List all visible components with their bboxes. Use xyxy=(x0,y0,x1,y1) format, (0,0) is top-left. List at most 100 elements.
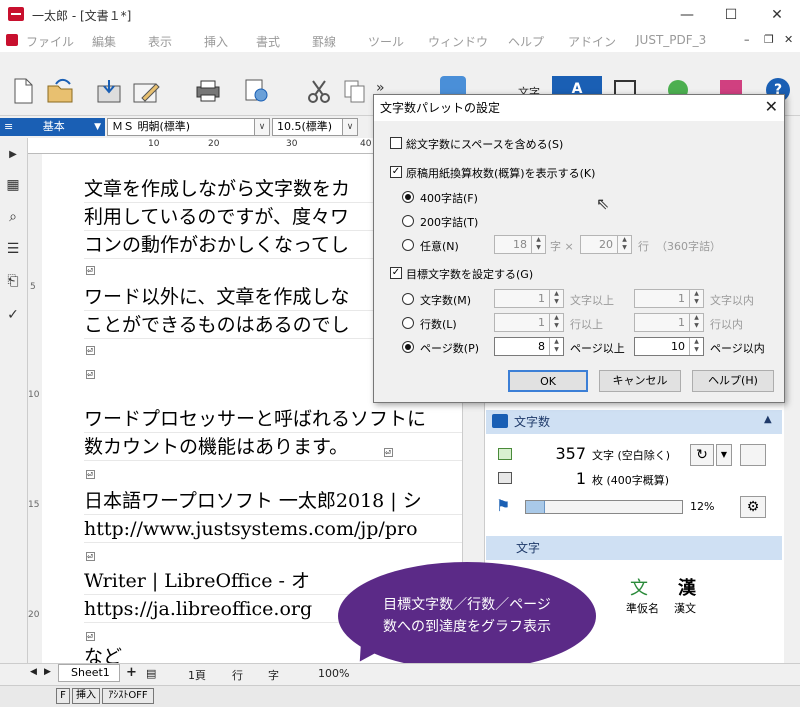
char-indicator: 字 xyxy=(268,669,279,682)
page-jump-icon[interactable]: ⎗ xyxy=(4,272,22,290)
radio-target-lines[interactable] xyxy=(402,317,414,329)
char-count-settings-dialog: 文字数パレットの設定 ✕ 総文字数にスペースを含める(S) ✓ 原稿用紙換算枚数… xyxy=(373,94,785,403)
font-size-select[interactable]: 10.5(標準) ∨ xyxy=(272,118,358,136)
spinner-arrows-icon[interactable]: ▲ ▼ xyxy=(689,338,703,355)
target-pages-label[interactable]: ページ数(P) xyxy=(420,340,479,356)
dialog-close-icon[interactable]: ✕ xyxy=(765,97,778,116)
char-unit-label: 字 × xyxy=(550,240,574,253)
paragraph-style-select[interactable]: ≡ 基本 ▼ xyxy=(0,118,105,136)
radio-400-label[interactable]: 400字詰(F) xyxy=(420,190,478,206)
radio-target-chars[interactable] xyxy=(402,293,414,305)
menu-window[interactable]: ウィンドウ xyxy=(428,33,488,50)
spinner-arrows-icon[interactable]: ▲ ▼ xyxy=(549,338,563,355)
maximize-button[interactable]: ☐ xyxy=(716,4,746,26)
mdi-minimize-icon[interactable]: – xyxy=(744,33,750,46)
edit-document-icon[interactable] xyxy=(132,78,160,103)
palette-header[interactable]: 文字数 xyxy=(486,410,782,434)
f-key-indicator[interactable]: F xyxy=(56,688,70,704)
copy-icon[interactable] xyxy=(342,78,368,103)
sheet-prev-icon[interactable]: ◀ xyxy=(30,667,37,677)
collapse-up-icon[interactable]: ▲ xyxy=(764,414,772,425)
custom-chars-spinner[interactable]: 18 ▲ ▼ xyxy=(494,235,546,254)
lines-max-spinner[interactable]: 1 ▲ ▼ xyxy=(634,313,704,332)
minimize-button[interactable]: — xyxy=(672,4,702,26)
mdi-close-icon[interactable]: ✕ xyxy=(784,33,793,46)
pages-max-spinner[interactable]: 10 ▲ ▼ xyxy=(634,337,704,356)
menu-format[interactable]: 書式 xyxy=(256,33,280,50)
target-chars-label[interactable]: 文字数(M) xyxy=(420,292,471,308)
radio-custom[interactable] xyxy=(402,239,414,251)
spinner-arrows-icon[interactable]: ▲ ▼ xyxy=(617,236,631,253)
spinner-arrows-icon[interactable]: ▲ ▼ xyxy=(689,314,703,331)
insert-mode-indicator[interactable]: 挿入 xyxy=(72,688,100,704)
menu-ruled-lines[interactable]: 罫線 xyxy=(312,33,336,50)
doc-menu-icon[interactable] xyxy=(6,34,18,46)
menu-view[interactable]: 表示 xyxy=(148,33,172,50)
include-spaces-checkbox[interactable] xyxy=(390,137,402,149)
ok-button[interactable]: OK xyxy=(508,370,588,392)
palette-section-header[interactable]: 文字 xyxy=(486,536,782,560)
radio-target-pages[interactable] xyxy=(402,341,414,353)
chars-max-spinner[interactable]: 1 ▲ ▼ xyxy=(634,289,704,308)
style-menu-icon: ≡ xyxy=(4,120,14,133)
target-label[interactable]: 目標文字数を設定する(G) xyxy=(406,266,533,282)
save-upload-icon[interactable] xyxy=(96,78,122,103)
sheet-tab[interactable]: Sheet1 xyxy=(58,664,120,682)
manuscript-label[interactable]: 原稿用紙換算枚数(概算)を表示する(K) xyxy=(406,165,595,181)
spinner-arrows-icon[interactable]: ▲ ▼ xyxy=(531,236,545,253)
page-settings-icon[interactable] xyxy=(244,78,270,102)
paragraph-mark-icon: ⏎ xyxy=(86,552,95,561)
lines-min-spinner[interactable]: 1 ▲ ▼ xyxy=(494,313,564,332)
kanbun-icon[interactable]: 漢 xyxy=(678,574,696,600)
sheet-grid-icon[interactable]: ▤ xyxy=(146,667,156,680)
pages-min-spinner[interactable]: 8 ▲ ▼ xyxy=(494,337,564,356)
print-icon[interactable] xyxy=(194,78,220,102)
outline-list-icon[interactable]: ☰ xyxy=(4,240,22,258)
menu-just-pdf[interactable]: JUST_PDF_3 xyxy=(636,33,706,47)
menu-file[interactable]: ファイル xyxy=(26,33,74,50)
check-icon[interactable]: ✓ xyxy=(4,306,22,324)
radio-200[interactable] xyxy=(402,215,414,227)
search-icon[interactable]: ⌕ xyxy=(4,208,22,226)
zoom-level[interactable]: 100% xyxy=(318,667,349,680)
menu-edit[interactable]: 編集 xyxy=(92,33,116,50)
font-select[interactable]: ＭＳ 明朝(標準) ∨ xyxy=(107,118,270,136)
close-button[interactable]: ✕ xyxy=(762,4,792,26)
menu-insert[interactable]: 挿入 xyxy=(204,33,228,50)
spinner-arrows-icon[interactable]: ▲ ▼ xyxy=(689,290,703,307)
doc-line[interactable]: http://www.justsystems.com/jp/pro xyxy=(84,516,464,543)
menu-tools[interactable]: ツール xyxy=(368,33,404,50)
menu-help[interactable]: ヘルプ xyxy=(508,33,544,50)
chevron-down-icon[interactable]: ▼ xyxy=(716,444,732,466)
sheet-next-icon[interactable]: ▶ xyxy=(44,667,51,677)
new-document-icon[interactable] xyxy=(12,78,38,104)
custom-lines-spinner[interactable]: 20 ▲ ▼ xyxy=(580,235,632,254)
spinner-arrows-icon[interactable]: ▲ ▼ xyxy=(549,290,563,307)
sidebar-expand-icon[interactable]: ▶ xyxy=(4,146,22,164)
cancel-button[interactable]: キャンセル xyxy=(599,370,681,392)
doc-line[interactable]: 日本語ワープロソフト 一太郎2018 | シ xyxy=(84,488,464,515)
thumbnail-icon[interactable]: ▦ xyxy=(4,176,22,194)
menu-addin[interactable]: アドイン xyxy=(568,33,616,50)
open-folder-icon[interactable] xyxy=(46,78,73,103)
doc-line[interactable]: 数カウントの機能はあります。 xyxy=(84,434,464,461)
include-spaces-label[interactable]: 総文字数にスペースを含める(S) xyxy=(406,136,563,152)
cut-icon[interactable] xyxy=(306,78,332,103)
manuscript-checkbox[interactable]: ✓ xyxy=(390,166,402,178)
palette-view-icon[interactable] xyxy=(740,444,766,466)
target-checkbox[interactable]: ✓ xyxy=(390,267,402,279)
radio-custom-label[interactable]: 任意(N) xyxy=(420,238,459,254)
refresh-icon[interactable]: ↻ xyxy=(690,444,714,466)
mdi-restore-icon[interactable]: ❐ xyxy=(764,33,774,46)
assist-indicator[interactable]: ｱｼｽﾄOFF xyxy=(102,688,154,704)
help-button[interactable]: ヘルプ(H) xyxy=(692,370,774,392)
radio-400[interactable] xyxy=(402,191,414,203)
kana-convert-icon[interactable]: 文 xyxy=(630,574,648,600)
add-sheet-icon[interactable]: + xyxy=(126,665,137,680)
gear-icon[interactable]: ⚙ xyxy=(740,496,766,518)
spinner-arrows-icon[interactable]: ▲ ▼ xyxy=(549,314,563,331)
chars-min-spinner[interactable]: 1 ▲ ▼ xyxy=(494,289,564,308)
target-lines-label[interactable]: 行数(L) xyxy=(420,316,457,332)
radio-200-label[interactable]: 200字詰(T) xyxy=(420,214,478,230)
doc-line[interactable]: ワードプロセッサーと呼ばれるソフトに xyxy=(84,406,464,433)
